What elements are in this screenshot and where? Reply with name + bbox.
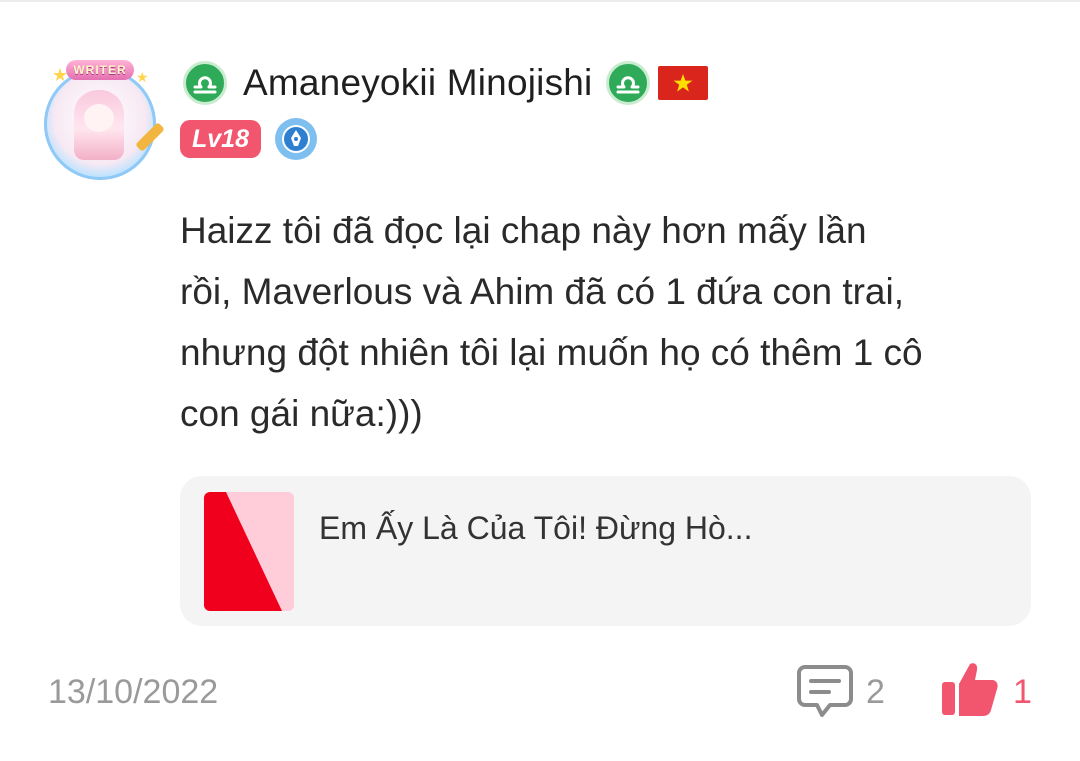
star-icon: ★ bbox=[136, 69, 149, 85]
linked-story-card[interactable]: Em Ấy Là Của Tôi! Đừng Hò... bbox=[180, 476, 1031, 626]
comment-date: 13/10/2022 bbox=[48, 673, 219, 711]
avatar-face bbox=[84, 104, 114, 132]
level-badge: Lv18 bbox=[180, 120, 261, 158]
story-thumbnail bbox=[204, 492, 294, 611]
libra-icon bbox=[183, 61, 227, 105]
avatar-writer-banner: WRITER bbox=[66, 60, 134, 80]
reply-count: 2 bbox=[866, 673, 885, 711]
comment-text: Haizz tôi đã đọc lại chap này hơn mấy lầ… bbox=[180, 210, 923, 434]
user-header: Amaneyokii Minojishi bbox=[183, 60, 709, 106]
user-avatar[interactable]: ★ ★ WRITER bbox=[38, 60, 165, 182]
top-divider bbox=[0, 0, 1080, 2]
libra-icon bbox=[606, 61, 651, 105]
story-title: Em Ấy Là Của Tôi! Đừng Hò... bbox=[319, 510, 753, 546]
pen-nib-badge-icon bbox=[275, 118, 317, 160]
thumbs-up-icon[interactable] bbox=[940, 660, 1000, 718]
username[interactable]: Amaneyokii Minojishi bbox=[243, 62, 592, 104]
vietnam-flag-icon bbox=[658, 66, 709, 100]
like-count: 1 bbox=[1013, 673, 1032, 711]
comment-item: ★ ★ WRITER Amaneyokii Minojishi Lv18 Hai… bbox=[0, 0, 1080, 761]
comment-icon[interactable] bbox=[797, 664, 853, 718]
